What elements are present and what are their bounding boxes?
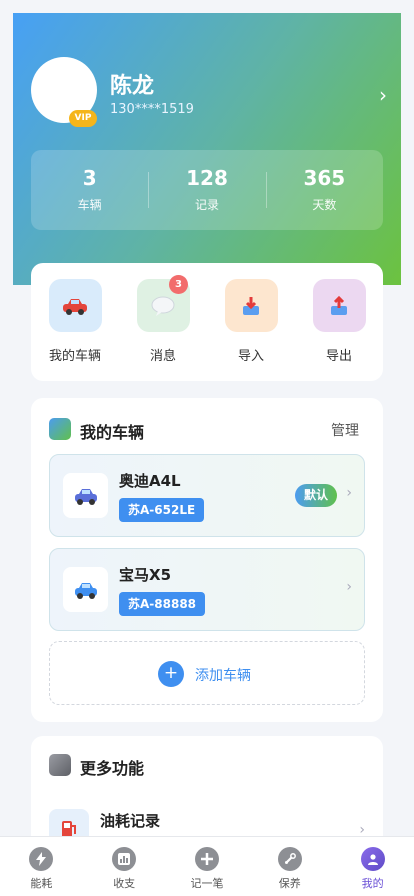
- car-icon: [63, 473, 108, 518]
- vip-badge: VIP: [69, 110, 97, 127]
- vehicle-name: 宝马X5: [119, 566, 172, 584]
- bottom-tab-bar: 能耗 收支 记一笔 保养 我的: [0, 836, 414, 896]
- add-vehicle-button[interactable]: + 添加车辆: [49, 641, 365, 705]
- plate-badge: 苏A-88888: [119, 592, 206, 616]
- tab-add-record[interactable]: 记一笔: [166, 837, 249, 896]
- plate-badge: 苏A-652LE: [119, 498, 205, 522]
- wrench-icon: [277, 847, 302, 871]
- stat-value: 3: [82, 166, 97, 190]
- stat-value: 365: [303, 166, 346, 190]
- plus-icon: [194, 847, 219, 871]
- vehicles-section-icon: [49, 418, 71, 440]
- car-icon: [48, 279, 102, 332]
- tab-energy[interactable]: 能耗: [0, 837, 83, 896]
- quick-label: 导出: [325, 349, 352, 364]
- tab-label: 能耗: [30, 877, 53, 890]
- tab-label: 收支: [113, 877, 136, 890]
- tab-label: 保养: [278, 877, 301, 890]
- quick-actions: 我的车辆 3 消息 导入 导出: [31, 263, 383, 381]
- tab-label: 我的: [361, 877, 384, 890]
- quick-messages[interactable]: 3 消息: [119, 263, 207, 381]
- vehicle-name: 奥迪A4L: [119, 472, 181, 490]
- section-title: 更多功能: [80, 759, 145, 778]
- manage-link[interactable]: 管理: [331, 420, 359, 440]
- stat-value: 128: [186, 166, 228, 190]
- user-icon: [360, 847, 385, 871]
- vehicles-card: 我的车辆 管理 奥迪A4L 苏A-652LE 默认 › 宝马X5 苏A-8888…: [31, 398, 383, 722]
- chevron-right-icon: ›: [346, 485, 352, 501]
- stat-label: 车辆: [77, 198, 102, 212]
- quick-my-vehicles[interactable]: 我的车辆: [31, 263, 119, 381]
- add-vehicle-label: 添加车辆: [195, 668, 251, 684]
- tab-label: 记一笔: [190, 877, 224, 890]
- tab-mine[interactable]: 我的: [331, 837, 414, 896]
- plus-icon: +: [158, 661, 184, 687]
- quick-export[interactable]: 导出: [295, 263, 383, 381]
- tab-finance[interactable]: 收支: [83, 837, 166, 896]
- lightning-icon: [29, 847, 54, 871]
- chevron-right-icon[interactable]: ›: [379, 83, 387, 107]
- stat-label: 天数: [312, 198, 337, 212]
- stats-panel: 3 车辆 128 记录 365 天数: [31, 150, 383, 230]
- stat-label: 记录: [194, 198, 219, 212]
- bar-chart-icon: [112, 847, 137, 871]
- user-phone: 130****1519: [110, 102, 194, 117]
- vehicle-item[interactable]: 宝马X5 苏A-88888 ›: [49, 548, 365, 631]
- export-icon: [312, 279, 366, 332]
- quick-label: 消息: [149, 349, 176, 364]
- message-count-badge: 3: [169, 275, 188, 294]
- car-icon: [63, 567, 108, 612]
- stat-vehicles[interactable]: 3 车辆: [31, 150, 148, 230]
- section-title: 我的车辆: [80, 423, 145, 442]
- default-badge: 默认: [295, 484, 337, 507]
- vehicle-item[interactable]: 奥迪A4L 苏A-652LE 默认 ›: [49, 454, 365, 537]
- quick-import[interactable]: 导入: [207, 263, 295, 381]
- user-name: 陈龙: [110, 74, 155, 99]
- chevron-right-icon: ›: [346, 579, 352, 595]
- profile-header: VIP 陈龙 130****1519 › 3 车辆 128 记录 365 天数: [13, 13, 401, 285]
- more-section-icon: [49, 754, 71, 776]
- import-icon: [224, 279, 278, 332]
- stat-days[interactable]: 365 天数: [265, 150, 383, 230]
- stat-records[interactable]: 128 记录: [148, 150, 265, 230]
- fuel-record-label: 油耗记录: [100, 812, 161, 830]
- tab-maintenance[interactable]: 保养: [248, 837, 331, 896]
- quick-label: 导入: [237, 349, 264, 364]
- quick-label: 我的车辆: [48, 349, 101, 364]
